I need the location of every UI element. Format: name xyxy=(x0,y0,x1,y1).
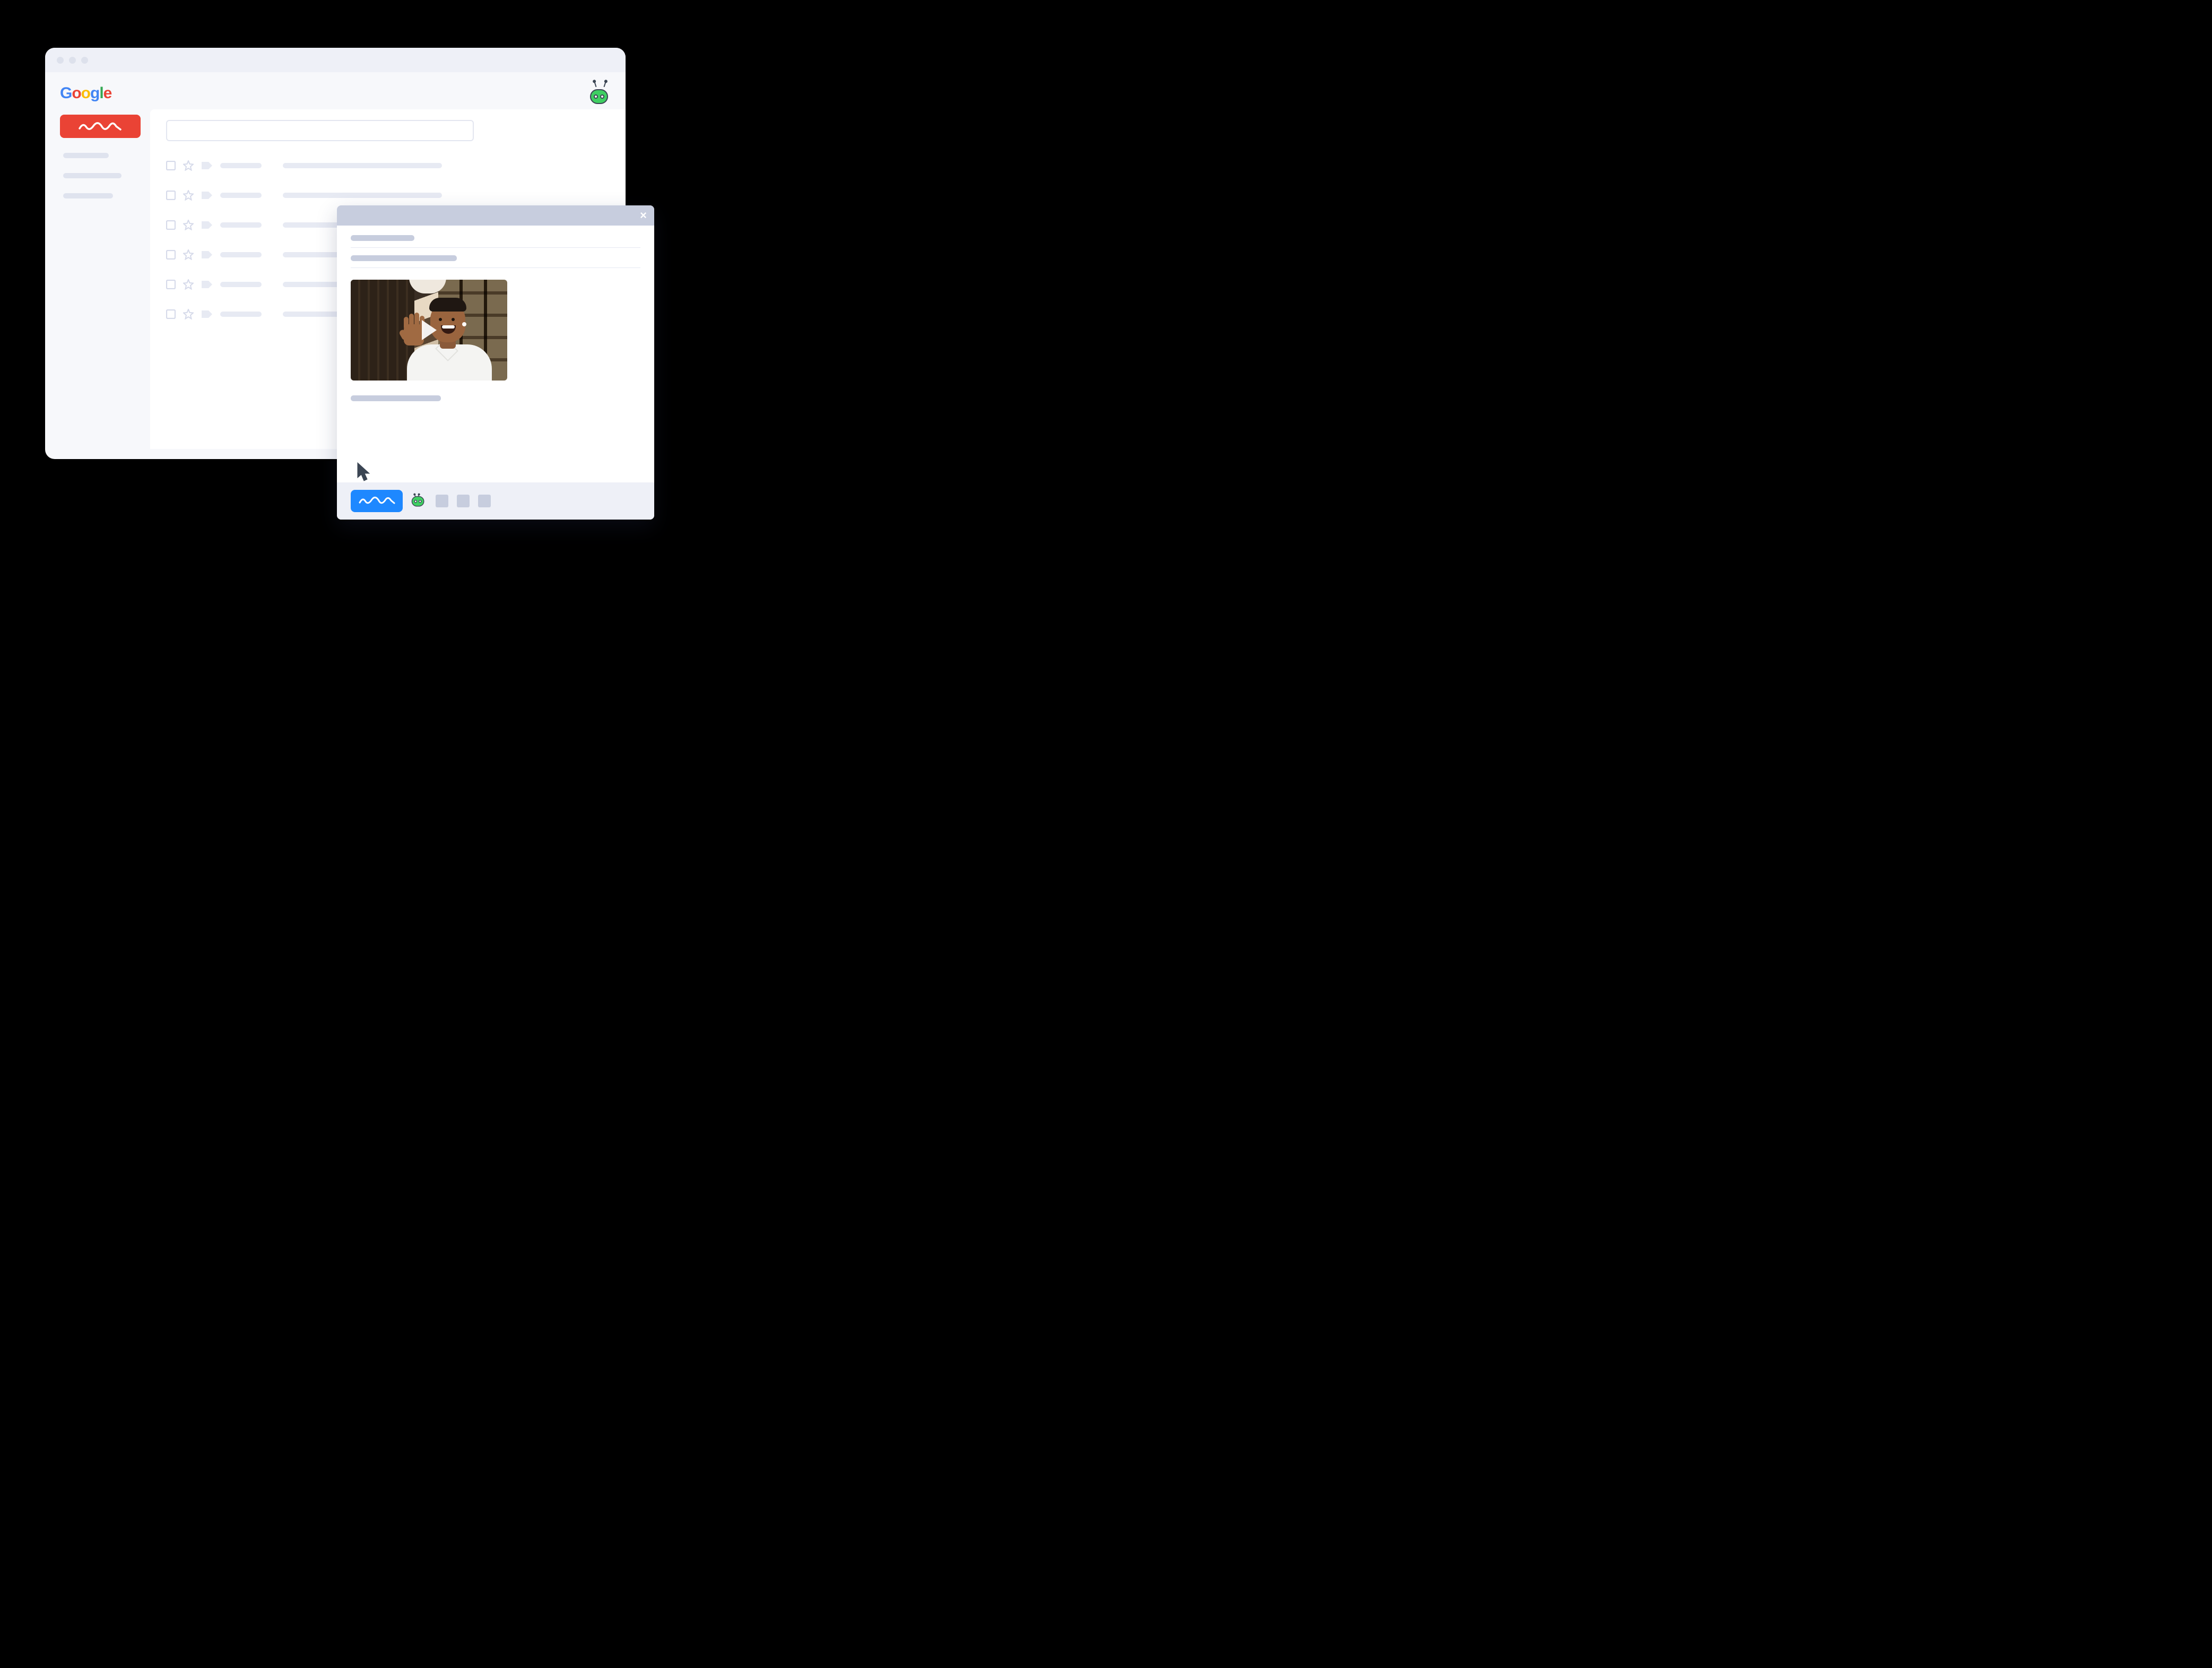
checkbox-icon[interactable] xyxy=(166,220,176,230)
subject-placeholder xyxy=(283,163,442,168)
body-text-placeholder[interactable] xyxy=(351,395,441,401)
label-icon[interactable] xyxy=(201,191,213,200)
search-input[interactable] xyxy=(166,120,474,141)
sender-placeholder xyxy=(220,282,262,287)
close-icon[interactable]: × xyxy=(640,209,647,222)
star-icon[interactable] xyxy=(183,279,194,290)
squiggle-icon xyxy=(78,120,123,133)
play-icon[interactable] xyxy=(422,320,437,340)
star-icon[interactable] xyxy=(183,249,194,260)
subject-field-placeholder[interactable] xyxy=(351,255,457,261)
footer-action[interactable] xyxy=(478,495,491,507)
label-icon[interactable] xyxy=(201,280,213,289)
compose-footer xyxy=(337,482,654,520)
label-icon[interactable] xyxy=(201,250,213,259)
sidebar xyxy=(60,109,150,449)
sender-placeholder xyxy=(220,252,262,257)
to-field-placeholder[interactable] xyxy=(351,235,414,241)
compose-button[interactable] xyxy=(60,115,141,138)
window-titlebar xyxy=(45,48,626,72)
send-button[interactable] xyxy=(351,490,403,512)
label-icon[interactable] xyxy=(201,310,213,318)
checkbox-icon[interactable] xyxy=(166,191,176,200)
squiggle-icon xyxy=(358,495,395,507)
star-icon[interactable] xyxy=(183,160,194,171)
traffic-light-minimize[interactable] xyxy=(69,57,76,64)
extension-bot-icon[interactable] xyxy=(411,496,422,507)
sender-placeholder xyxy=(220,312,262,317)
checkbox-icon[interactable] xyxy=(166,280,176,289)
sender-placeholder xyxy=(220,163,262,168)
subject-placeholder xyxy=(283,193,442,198)
checkbox-icon[interactable] xyxy=(166,250,176,260)
sender-placeholder xyxy=(220,222,262,228)
label-icon[interactable] xyxy=(201,221,213,229)
mail-row[interactable] xyxy=(166,160,610,171)
label-icon[interactable] xyxy=(201,161,213,170)
compose-popup: × xyxy=(337,205,654,520)
sidebar-item[interactable] xyxy=(63,173,122,178)
star-icon[interactable] xyxy=(183,220,194,230)
traffic-light-zoom[interactable] xyxy=(81,57,88,64)
sender-placeholder xyxy=(220,193,262,198)
compose-header[interactable]: × xyxy=(337,205,654,226)
sidebar-item[interactable] xyxy=(63,193,113,198)
video-thumbnail[interactable] xyxy=(351,280,507,381)
google-logo: Google xyxy=(60,84,111,102)
star-icon[interactable] xyxy=(183,309,194,319)
checkbox-icon[interactable] xyxy=(166,161,176,170)
checkbox-icon[interactable] xyxy=(166,309,176,319)
mail-row[interactable] xyxy=(166,190,610,201)
browser-window: Google xyxy=(45,48,626,459)
star-icon[interactable] xyxy=(183,190,194,201)
footer-action[interactable] xyxy=(457,495,470,507)
compose-body xyxy=(337,226,654,482)
header-row: Google xyxy=(45,72,626,109)
person-waving xyxy=(396,301,497,381)
cursor-icon xyxy=(355,462,372,484)
extension-bot-icon[interactable] xyxy=(589,83,611,104)
sidebar-item[interactable] xyxy=(63,153,109,158)
footer-action[interactable] xyxy=(436,495,448,507)
traffic-light-close[interactable] xyxy=(57,57,64,64)
